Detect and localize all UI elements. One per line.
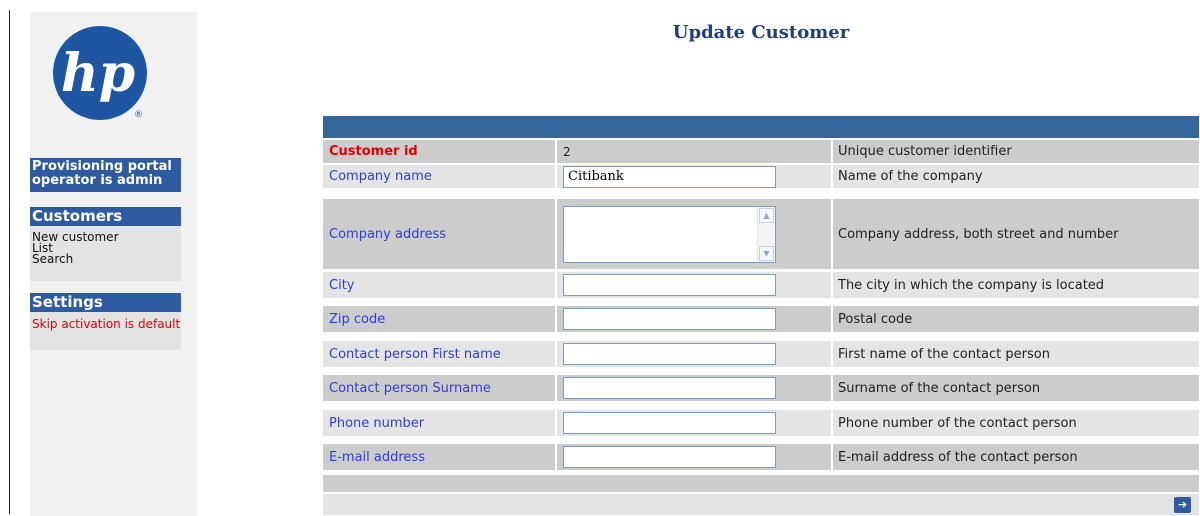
phone-number-cell [557, 410, 831, 436]
scroll-up-icon[interactable]: ▲ [759, 207, 774, 223]
city-cell [557, 272, 831, 298]
surname-cell [557, 375, 831, 401]
surname-description: Surname of the contact person [833, 375, 1199, 401]
customers-heading: Customers [30, 207, 181, 226]
email-input[interactable] [563, 446, 776, 468]
company-address-label: Company address [323, 199, 555, 269]
customer-id-row: Customer id 2 Unique customer identifier [323, 140, 1199, 163]
zip-code-input[interactable] [563, 308, 776, 330]
zip-code-cell [557, 306, 831, 332]
email-cell [557, 444, 831, 470]
company-address-textarea-frame: ▲ ▼ [563, 205, 776, 263]
phone-number-row: Phone number Phone number of the contact… [323, 410, 1199, 436]
page-title: Update Customer [672, 22, 850, 43]
phone-number-description: Phone number of the contact person [833, 410, 1199, 436]
surname-input[interactable] [563, 377, 776, 399]
company-address-description: Company address, both street and number [833, 199, 1199, 269]
first-name-cell [557, 341, 831, 367]
search-link[interactable]: Search [30, 253, 181, 265]
customer-id-value: 2 [563, 144, 571, 159]
form-header-bar [323, 116, 1199, 138]
surname-label: Contact person Surname [323, 375, 555, 401]
registered-mark: ® [134, 110, 143, 120]
company-address-cell: ▲ ▼ [557, 199, 831, 269]
left-border-line [9, 10, 10, 514]
company-name-description: Name of the company [833, 165, 1199, 188]
settings-heading: Settings [30, 293, 181, 312]
phone-number-label: Phone number [323, 410, 555, 436]
customer-id-description: Unique customer identifier [833, 140, 1199, 163]
city-row: City The city in which the company is lo… [323, 272, 1199, 298]
email-label: E-mail address [323, 444, 555, 470]
phone-number-input[interactable] [563, 412, 776, 434]
operator-status: Provisioning portal operator is admin [30, 158, 181, 192]
zip-code-label: Zip code [323, 306, 555, 332]
skip-activation-note: Skip activation is default [32, 317, 181, 331]
settings-panel: Skip activation is default [30, 312, 181, 350]
email-row: E-mail address E-mail address of the con… [323, 444, 1199, 470]
first-name-description: First name of the contact person [833, 341, 1199, 367]
zip-code-description: Postal code [833, 306, 1199, 332]
company-address-row: Company address ▲ ▼ Company address, bot… [323, 199, 1199, 269]
first-name-row: Contact person First name First name of … [323, 341, 1199, 367]
sidebar: hp ® Provisioning portal operator is adm… [30, 12, 197, 516]
company-name-cell [557, 165, 831, 188]
hp-logo: hp ® [53, 26, 147, 120]
city-label: City [323, 272, 555, 298]
company-address-textarea[interactable] [564, 206, 757, 262]
city-input[interactable] [563, 274, 776, 296]
company-name-label: Company name [323, 165, 555, 188]
company-name-input[interactable] [563, 165, 776, 188]
arrow-right-icon[interactable]: ➔ [1174, 497, 1191, 513]
logo-text: hp [61, 43, 135, 104]
scroll-down-icon[interactable]: ▼ [759, 245, 774, 261]
textarea-scrollbar[interactable]: ▲ ▼ [757, 206, 775, 262]
form-footer-bar [323, 475, 1199, 492]
customers-menu: New customer List Search [30, 226, 181, 281]
email-description: E-mail address of the contact person [833, 444, 1199, 470]
company-name-row: Company name Name of the company [323, 165, 1199, 188]
surname-row: Contact person Surname Surname of the co… [323, 375, 1199, 401]
form-action-bar: ➔ [323, 494, 1199, 515]
first-name-label: Contact person First name [323, 341, 555, 367]
customer-id-label: Customer id [323, 140, 555, 163]
zip-code-row: Zip code Postal code [323, 306, 1199, 332]
customer-id-cell: 2 [557, 140, 831, 163]
city-description: The city in which the company is located [833, 272, 1199, 298]
first-name-input[interactable] [563, 343, 776, 365]
